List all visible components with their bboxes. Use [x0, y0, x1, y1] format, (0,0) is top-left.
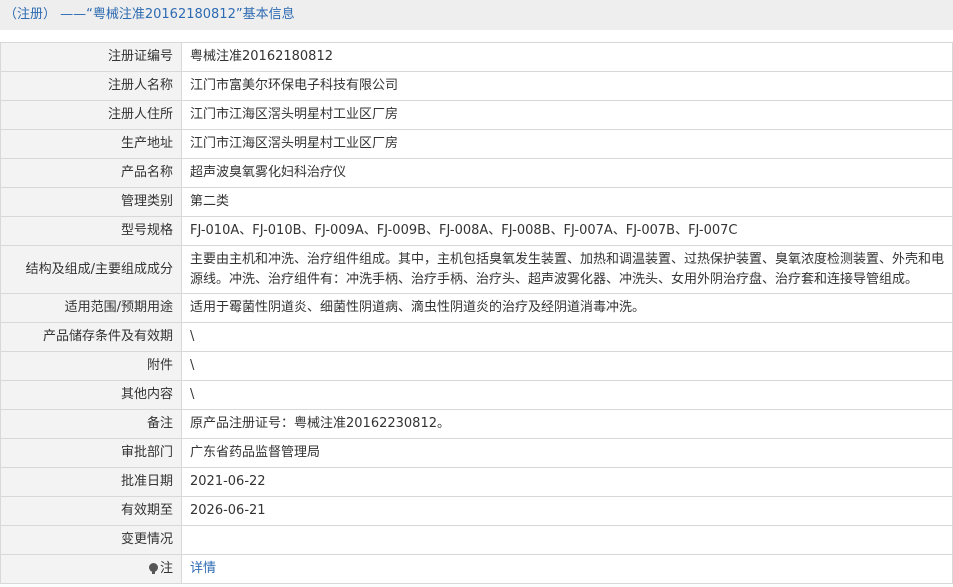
field-label: 产品储存条件及有效期: [0, 322, 182, 352]
table-row: 有效期至 2026-06-21: [0, 496, 953, 526]
table-row: 注册证编号 粤械注准20162180812: [0, 42, 953, 72]
table-row: 备注 原产品注册证号：粤械注准20162230812。: [0, 409, 953, 439]
field-label: 备注: [0, 409, 182, 439]
field-label: 附件: [0, 351, 182, 381]
field-label: 结构及组成/主要组成成分: [0, 245, 182, 294]
table-row: 批准日期 2021-06-22: [0, 467, 953, 497]
field-label: 注册人住所: [0, 100, 182, 130]
table-row: 注册人名称 江门市富美尔环保电子科技有限公司: [0, 71, 953, 101]
field-value: FJ-010A、FJ-010B、FJ-009A、FJ-009B、FJ-008A、…: [181, 216, 953, 246]
field-value: 江门市江海区滘头明星村工业区厂房: [181, 129, 953, 159]
field-value: 适用于霉菌性阴道炎、细菌性阴道病、滴虫性阴道炎的治疗及经阴道消毒冲洗。: [181, 293, 953, 323]
field-label: 变更情况: [0, 525, 182, 555]
table-row: 产品储存条件及有效期 \: [0, 322, 953, 352]
field-value: 超声波臭氧雾化妇科治疗仪: [181, 158, 953, 188]
table-row: 产品名称 超声波臭氧雾化妇科治疗仪: [0, 158, 953, 188]
field-label: 生产地址: [0, 129, 182, 159]
field-value: 粤械注准20162180812: [181, 42, 953, 72]
table-row: 其他内容 \: [0, 380, 953, 410]
table-row: 附件 \: [0, 351, 953, 381]
field-label: 批准日期: [0, 467, 182, 497]
table-row: 管理类别 第二类: [0, 187, 953, 217]
note-row: 注 详情: [0, 554, 953, 584]
table-row: 生产地址 江门市江海区滘头明星村工业区厂房: [0, 129, 953, 159]
field-value: [181, 525, 953, 555]
field-value: 第二类: [181, 187, 953, 217]
note-value-cell: 详情: [181, 554, 953, 584]
field-label: 型号规格: [0, 216, 182, 246]
field-value: 主要由主机和冲洗、治疗组件组成。其中，主机包括臭氧发生装置、加热和调温装置、过热…: [181, 245, 953, 294]
lightbulb-icon: [148, 563, 158, 574]
table-row: 适用范围/预期用途 适用于霉菌性阴道炎、细菌性阴道病、滴虫性阴道炎的治疗及经阴道…: [0, 293, 953, 323]
table-row: 注册人住所 江门市江海区滘头明星村工业区厂房: [0, 100, 953, 130]
field-value: 江门市江海区滘头明星村工业区厂房: [181, 100, 953, 130]
field-value: 2021-06-22: [181, 467, 953, 497]
registration-info-table: 注册证编号 粤械注准20162180812 注册人名称 江门市富美尔环保电子科技…: [0, 42, 953, 584]
table-row: 型号规格 FJ-010A、FJ-010B、FJ-009A、FJ-009B、FJ-…: [0, 216, 953, 246]
field-label: 有效期至: [0, 496, 182, 526]
table-row: 变更情况: [0, 525, 953, 555]
field-value: \: [181, 380, 953, 410]
table-row: 结构及组成/主要组成成分 主要由主机和冲洗、治疗组件组成。其中，主机包括臭氧发生…: [0, 245, 953, 294]
field-value: 广东省药品监督管理局: [181, 438, 953, 468]
field-label: 注册证编号: [0, 42, 182, 72]
field-value: \: [181, 322, 953, 352]
details-link[interactable]: 详情: [190, 561, 216, 576]
field-value: 原产品注册证号：粤械注准20162230812。: [181, 409, 953, 439]
field-label: 审批部门: [0, 438, 182, 468]
field-label: 注册人名称: [0, 71, 182, 101]
field-label: 产品名称: [0, 158, 182, 188]
field-label: 管理类别: [0, 187, 182, 217]
field-value: \: [181, 351, 953, 381]
note-label-cell: 注: [0, 554, 182, 584]
field-value: 江门市富美尔环保电子科技有限公司: [181, 71, 953, 101]
field-value: 2026-06-21: [181, 496, 953, 526]
page-title: （注册） ——“粤械注准20162180812”基本信息: [0, 0, 953, 30]
table-row: 审批部门 广东省药品监督管理局: [0, 438, 953, 468]
field-label: 其他内容: [0, 380, 182, 410]
note-label: 注: [159, 561, 173, 576]
field-label: 适用范围/预期用途: [0, 293, 182, 323]
